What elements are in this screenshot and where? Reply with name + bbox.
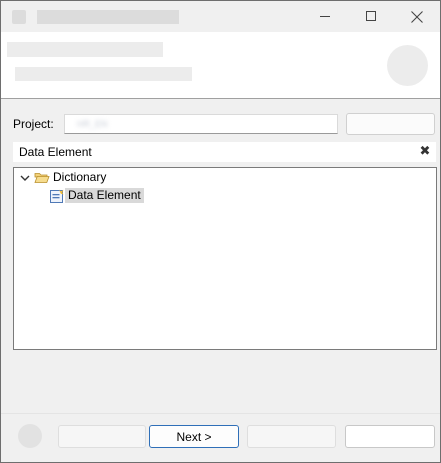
browse-button[interactable] <box>346 113 435 135</box>
filter-input[interactable]: Data Element ✖ <box>13 142 436 162</box>
minimize-button[interactable] <box>302 1 348 32</box>
tree-item-data-element[interactable]: Data Element <box>49 187 144 204</box>
wizard-header <box>1 32 440 99</box>
filter-text: Data Element <box>19 145 92 159</box>
header-description <box>15 67 192 81</box>
tree-item-dictionary[interactable]: Dictionary <box>19 169 109 186</box>
app-icon <box>12 10 26 24</box>
clear-icon[interactable]: ✖ <box>418 144 432 158</box>
back-button[interactable] <box>58 425 146 448</box>
tree-item-label: Data Element <box>65 188 144 203</box>
data-element-icon <box>49 189 65 203</box>
project-input[interactable]: HR_EN <box>64 114 338 134</box>
finish-button[interactable] <box>247 425 336 448</box>
cancel-button[interactable] <box>345 425 435 448</box>
project-label: Project: <box>13 117 54 131</box>
project-value: HR_EN <box>77 119 108 129</box>
header-title <box>7 42 163 57</box>
help-button[interactable] <box>18 424 42 448</box>
footer-separator <box>1 413 440 414</box>
chevron-down-icon[interactable] <box>19 172 31 184</box>
maximize-button[interactable] <box>348 1 394 32</box>
header-banner-image <box>387 45 428 86</box>
close-icon <box>411 10 423 23</box>
minimize-icon <box>319 16 330 17</box>
title-bar[interactable] <box>1 1 440 32</box>
wizard-window: Project: HR_EN Data Element ✖ Dictionary <box>0 0 441 463</box>
window-title <box>37 10 179 24</box>
maximize-icon <box>365 11 376 21</box>
next-button[interactable]: Next > <box>149 425 239 448</box>
object-type-tree[interactable]: Dictionary Data Element <box>13 167 437 350</box>
tree-item-label: Dictionary <box>53 170 107 184</box>
close-button[interactable] <box>394 1 440 32</box>
folder-open-icon <box>34 171 50 185</box>
